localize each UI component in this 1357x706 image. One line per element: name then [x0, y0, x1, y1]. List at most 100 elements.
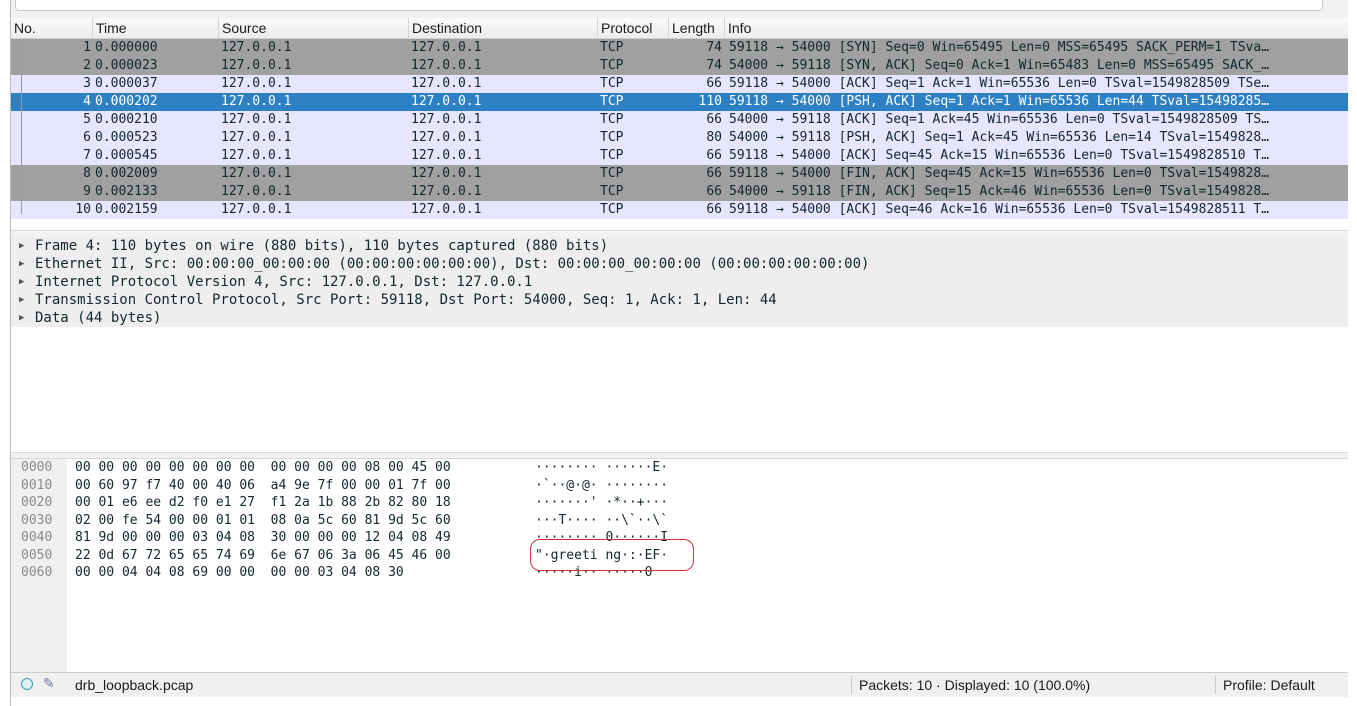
- status-profile[interactable]: Profile: Default: [1223, 677, 1315, 693]
- conversation-bracket: [21, 46, 22, 214]
- packet-cell-src: 127.0.0.1: [221, 184, 292, 199]
- packet-cell-len: 110: [698, 94, 722, 109]
- packet-row[interactable]: 4 0.000202 127.0.0.1 127.0.0.1 TCP 110 59118 →…: [11, 93, 1348, 111]
- hex-ascii[interactable]: ·······' ·*··+···: [535, 494, 668, 511]
- packet-cell-info: 54000 → 59118 [FIN, ACK] Seq=15 Ack=46 W…: [729, 184, 1270, 199]
- packet-cell-dst: 127.0.0.1: [411, 148, 482, 163]
- packet-cell-info: 54000 → 59118 [PSH, ACK] Seq=1 Ack=45 Wi…: [729, 130, 1270, 145]
- hex-ascii[interactable]: ·`··@·@· ········: [535, 477, 668, 494]
- detail-tree-item[interactable]: ▶ Frame 4: 110 bytes on wire (880 bits), …: [11, 237, 1348, 255]
- packet-cell-no: 8: [83, 166, 91, 181]
- status-packet-count: Packets: 10 · Displayed: 10 (100.0%): [859, 677, 1091, 693]
- packet-cell-src: 127.0.0.1: [221, 148, 292, 163]
- column-header-length[interactable]: Length: [669, 18, 725, 38]
- hex-bytes[interactable]: 22 0d 67 72 65 65 74 69 6e 67 06 3a 06 4…: [75, 547, 451, 564]
- detail-tree-item[interactable]: ▶ Transmission Control Protocol, Src Port…: [11, 291, 1348, 309]
- packet-row[interactable]: 8 0.002009 127.0.0.1 127.0.0.1 TCP 66 59118 → …: [11, 165, 1348, 183]
- hex-offset: 0060: [21, 565, 53, 580]
- detail-tree-label: Frame 4: 110 bytes on wire (880 bits), 1…: [35, 238, 609, 254]
- packet-cell-no: 1: [83, 40, 91, 55]
- packet-list-header: No. Time Source Destination Protocol Len…: [11, 18, 1348, 39]
- packet-cell-no: 10: [75, 202, 91, 217]
- packet-cell-src: 127.0.0.1: [221, 76, 292, 91]
- column-header-protocol[interactable]: Protocol: [598, 18, 669, 38]
- packet-cell-src: 127.0.0.1: [221, 40, 292, 55]
- expand-triangle-icon[interactable]: ▶: [19, 273, 24, 291]
- hex-bytes[interactable]: 02 00 fe 54 00 00 01 01 08 0a 5c 60 81 9…: [75, 512, 451, 529]
- hex-offset: 0000: [21, 460, 53, 475]
- hex-ascii[interactable]: ········ ······E·: [535, 459, 668, 476]
- capture-status-icon[interactable]: [21, 678, 33, 690]
- packet-cell-dst: 127.0.0.1: [411, 184, 482, 199]
- packet-cell-dst: 127.0.0.1: [411, 112, 482, 127]
- column-header-no[interactable]: No.: [11, 18, 93, 38]
- hex-bytes[interactable]: 00 01 e6 ee d2 f0 e1 27 f1 2a 1b 88 2b 8…: [75, 494, 451, 511]
- packet-cell-no: 7: [83, 148, 91, 163]
- packet-cell-time: 0.000523: [95, 130, 158, 145]
- packet-cell-info: 59118 → 54000 [SYN] Seq=0 Win=65495 Len=…: [729, 40, 1270, 55]
- column-header-time[interactable]: Time: [93, 18, 219, 38]
- packet-cell-proto: TCP: [600, 184, 624, 199]
- packet-list[interactable]: No. Time Source Destination Protocol Len…: [11, 18, 1348, 236]
- packet-row[interactable]: 5 0.000210 127.0.0.1 127.0.0.1 TCP 66 54000 → …: [11, 111, 1348, 129]
- packet-cell-proto: TCP: [600, 76, 624, 91]
- packet-cell-info: 59118 → 54000 [FIN, ACK] Seq=45 Ack=15 W…: [729, 166, 1270, 181]
- packet-cell-no: 5: [83, 112, 91, 127]
- status-divider: [1215, 676, 1216, 694]
- packet-row[interactable]: 9 0.002133 127.0.0.1 127.0.0.1 TCP 66 54000 → …: [11, 183, 1348, 201]
- packet-cell-proto: TCP: [600, 94, 624, 109]
- packet-cell-time: 0.000545: [95, 148, 158, 163]
- detail-tree-item[interactable]: ▶ Data (44 bytes): [11, 309, 1348, 327]
- packet-row[interactable]: 6 0.000523 127.0.0.1 127.0.0.1 TCP 80 54000 → …: [11, 129, 1348, 147]
- hex-bytes[interactable]: 00 00 00 00 00 00 00 00 00 00 00 00 08 0…: [75, 459, 451, 476]
- packet-row[interactable]: 2 0.000023 127.0.0.1 127.0.0.1 TCP 74 54000 → …: [11, 57, 1348, 75]
- expand-triangle-icon[interactable]: ▶: [19, 309, 24, 327]
- packet-cell-proto: TCP: [600, 202, 624, 217]
- display-filter-input[interactable]: [15, 0, 1323, 11]
- column-header-source[interactable]: Source: [219, 18, 409, 38]
- hex-bytes[interactable]: 00 00 04 04 08 69 00 00 00 00 03 04 08 3…: [75, 564, 404, 581]
- hex-offset: 0050: [21, 547, 53, 563]
- packet-cell-len: 80: [706, 130, 722, 145]
- detail-tree-label: Data (44 bytes): [35, 310, 162, 326]
- edit-comment-icon[interactable]: ✎: [43, 675, 55, 692]
- expand-triangle-icon[interactable]: ▶: [19, 255, 24, 273]
- packet-row[interactable]: 1 0.000000 127.0.0.1 127.0.0.1 TCP 74 59118 → …: [11, 39, 1348, 57]
- packet-cell-dst: 127.0.0.1: [411, 202, 482, 217]
- wireshark-window: No. Time Source Destination Protocol Len…: [10, 0, 1348, 706]
- packet-cell-time: 0.000210: [95, 112, 158, 127]
- detail-tree-item[interactable]: ▶ Ethernet II, Src: 00:00:00_00:00:00 (00…: [11, 255, 1348, 273]
- status-bar: ✎ drb_loopback.pcap Packets: 10 · Displa…: [11, 672, 1348, 697]
- detail-tree-label: Internet Protocol Version 4, Src: 127.0.…: [35, 274, 533, 290]
- detail-tree-label: Transmission Control Protocol, Src Port:…: [35, 292, 777, 308]
- packet-cell-src: 127.0.0.1: [221, 112, 292, 127]
- packet-cell-time: 0.000000: [95, 40, 158, 55]
- column-header-destination[interactable]: Destination: [409, 18, 598, 38]
- packet-cell-dst: 127.0.0.1: [411, 40, 482, 55]
- packet-cell-time: 0.002009: [95, 166, 158, 181]
- display-filter-bar: [11, 0, 1348, 19]
- expand-triangle-icon[interactable]: ▶: [19, 237, 24, 255]
- column-header-info[interactable]: Info: [725, 18, 1348, 38]
- packet-cell-dst: 127.0.0.1: [411, 76, 482, 91]
- packet-cell-no: 4: [83, 94, 91, 109]
- packet-cell-info: 54000 → 59118 [ACK] Seq=1 Ack=45 Win=655…: [729, 112, 1270, 127]
- packet-row[interactable]: 7 0.000545 127.0.0.1 127.0.0.1 TCP 66 59118 → …: [11, 147, 1348, 165]
- packet-cell-info: 59118 → 54000 [ACK] Seq=46 Ack=16 Win=65…: [729, 202, 1270, 217]
- packet-cell-len: 66: [706, 184, 722, 199]
- status-file-name: drb_loopback.pcap: [75, 677, 194, 693]
- packet-cell-len: 66: [706, 166, 722, 181]
- hex-bytes[interactable]: 81 9d 00 00 00 03 04 08 30 00 00 00 12 0…: [75, 529, 451, 546]
- packet-row[interactable]: 10 0.002159 127.0.0.1 127.0.0.1 TCP 66 59118 →…: [11, 201, 1348, 219]
- packet-cell-time: 0.000023: [95, 58, 158, 73]
- expand-triangle-icon[interactable]: ▶: [19, 291, 24, 309]
- detail-tree-item[interactable]: ▶ Internet Protocol Version 4, Src: 127.0…: [11, 273, 1348, 291]
- packet-row[interactable]: 3 0.000037 127.0.0.1 127.0.0.1 TCP 66 59118 → …: [11, 75, 1348, 93]
- packet-cell-no: 9: [83, 184, 91, 199]
- hex-bytes[interactable]: 00 60 97 f7 40 00 40 06 a4 9e 7f 00 00 0…: [75, 477, 451, 494]
- packet-cell-proto: TCP: [600, 130, 624, 145]
- packet-cell-time: 0.000202: [95, 94, 158, 109]
- hex-ascii[interactable]: ···T···· ··\`··\`: [535, 512, 668, 529]
- packet-cell-len: 74: [706, 58, 722, 73]
- packet-cell-len: 66: [706, 112, 722, 127]
